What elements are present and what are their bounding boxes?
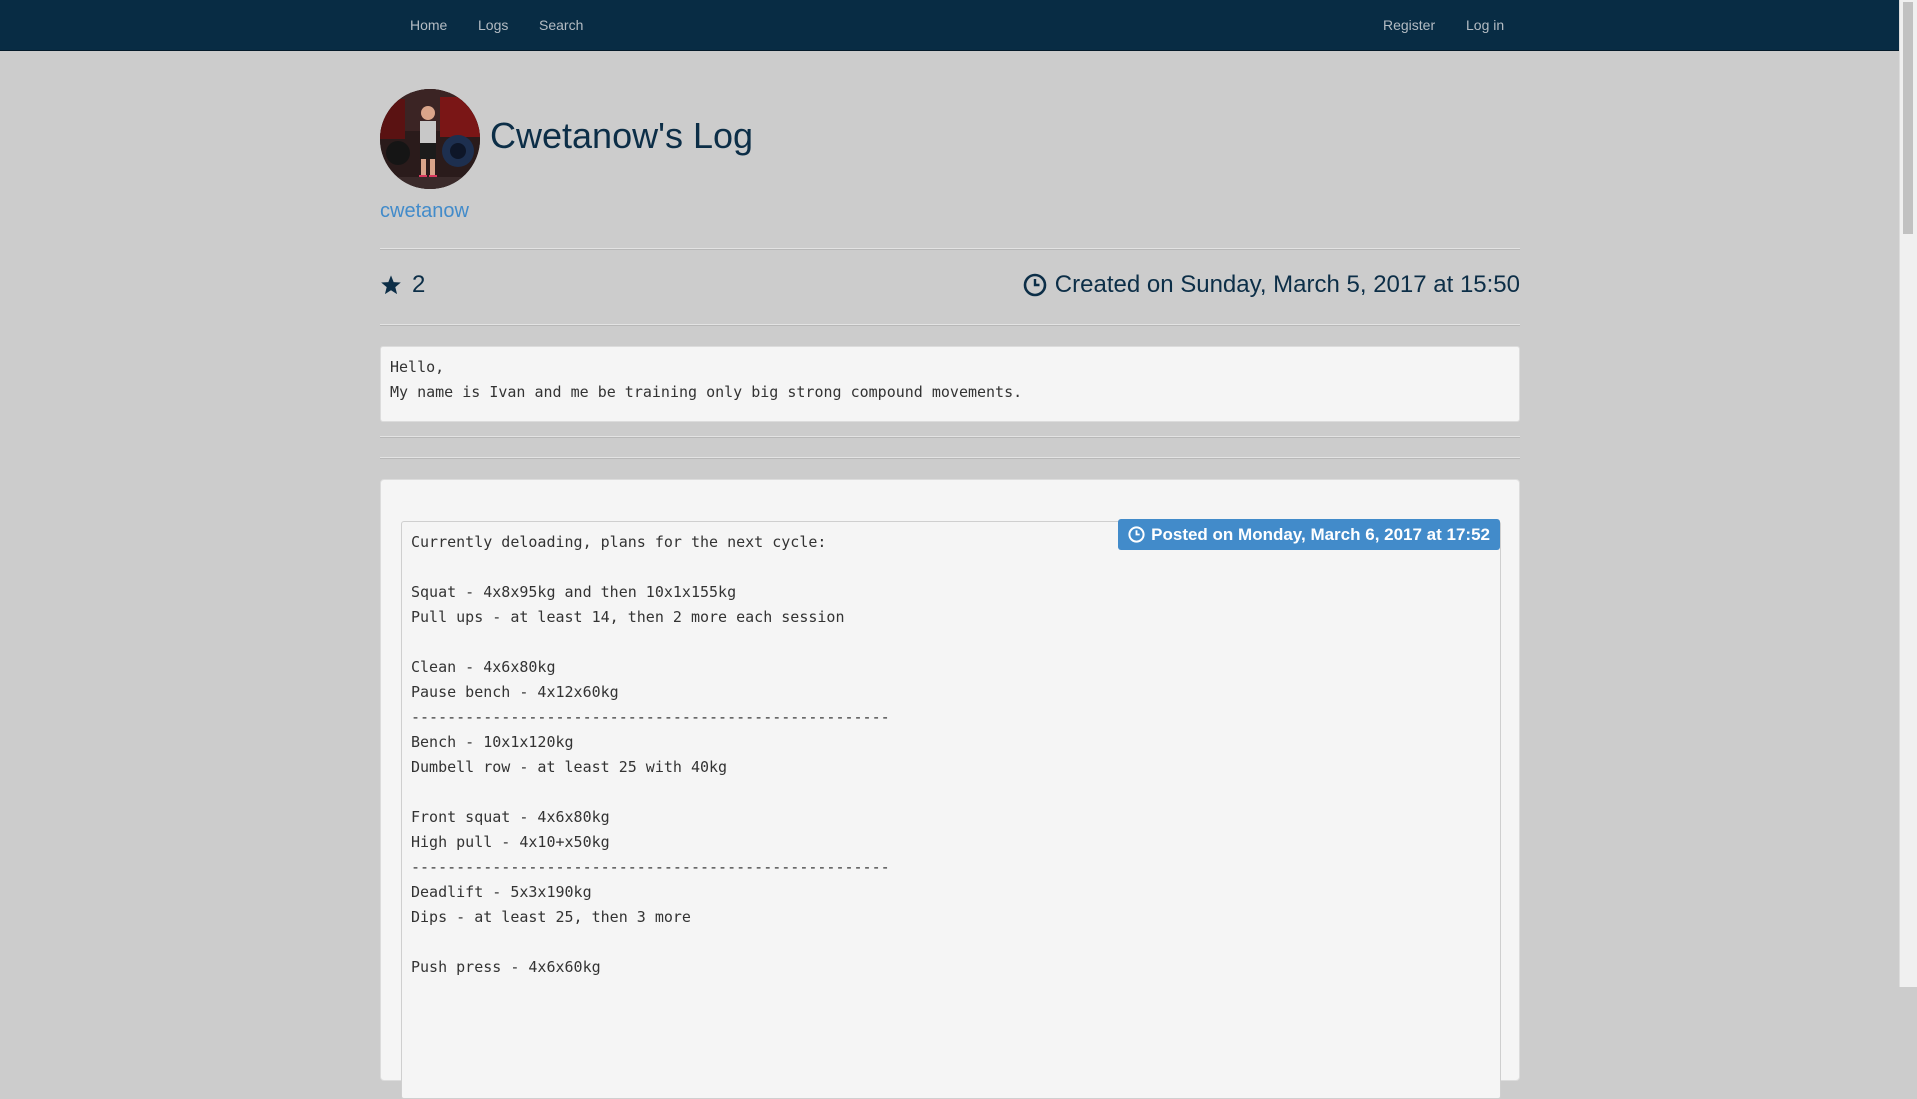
post-line: Push press - 4x6x60kg (411, 958, 601, 976)
main-container: Cwetanow's Log cwetanow 2 Created on Sun… (380, 50, 1520, 1099)
scrollbar-thumb[interactable] (1903, 2, 1913, 234)
posted-date-text: Posted on Monday, March 6, 2017 at 17:52 (1151, 525, 1490, 544)
post-line: Squat - 4x8x95kg and then 10x1x155kg (411, 583, 737, 601)
post-line: Dips - at least 25, then 3 more (411, 908, 691, 926)
created-date: Created on Sunday, March 5, 2017 at 15:5… (1023, 271, 1520, 299)
post-line: ----------------------------------------… (411, 858, 890, 876)
bio-line: My name is Ivan and me be training only … (390, 383, 1023, 401)
clock-icon (1128, 526, 1145, 543)
post-line: Deadlift - 5x3x190kg (411, 883, 592, 901)
posted-date-badge: Posted on Monday, March 6, 2017 at 17:52 (1118, 519, 1500, 550)
divider (380, 436, 1520, 438)
nav-login-link[interactable]: Log in (1466, 0, 1504, 50)
divider (380, 324, 1520, 326)
log-header: Cwetanow's Log (380, 50, 1520, 195)
username-link[interactable]: cwetanow (380, 200, 469, 223)
divider (380, 248, 1520, 250)
nav-search-link[interactable]: Search (539, 0, 583, 50)
star-count-value: 2 (412, 271, 426, 298)
top-navbar: Home Logs Search Register Log in (0, 0, 1900, 51)
post-line: Front squat - 4x6x80kg (411, 808, 610, 826)
post-line: Dumbell row - at least 25 with 40kg (411, 758, 728, 776)
nav-register-link[interactable]: Register (1383, 0, 1435, 50)
log-entries-panel: Currently deloading, plans for the next … (380, 479, 1520, 1099)
nav-logs-link[interactable]: Logs (478, 0, 508, 50)
star-count[interactable]: 2 (380, 271, 425, 299)
post-line: Pause bench - 4x12x60kg (411, 683, 619, 701)
page-scrollbar[interactable] (1899, 0, 1917, 987)
avatar-photo-icon (380, 89, 480, 189)
post-line: Bench - 10x1x120kg (411, 733, 574, 751)
avatar (380, 89, 480, 189)
post-line (411, 555, 1491, 580)
post-body: Currently deloading, plans for the next … (401, 521, 1501, 1099)
divider (380, 457, 1520, 459)
post-line: Pull ups - at least 14, then 2 more each… (411, 608, 845, 626)
star-icon (381, 275, 401, 295)
log-description: Hello, My name is Ivan and me be training… (380, 346, 1520, 422)
post-line: Clean - 4x6x80kg (411, 658, 556, 676)
post-line: ----------------------------------------… (411, 708, 890, 726)
clock-icon (1023, 273, 1047, 297)
nav-home-link[interactable]: Home (410, 0, 447, 50)
created-date-text: Created on Sunday, March 5, 2017 at 15:5… (1054, 271, 1520, 298)
post-line (411, 780, 1491, 805)
log-title: Cwetanow's Log (490, 115, 754, 156)
post-line: High pull - 4x10+x50kg (411, 833, 610, 851)
post-line (411, 630, 1491, 655)
post-line (411, 930, 1491, 955)
bio-line: Hello, (390, 358, 445, 376)
